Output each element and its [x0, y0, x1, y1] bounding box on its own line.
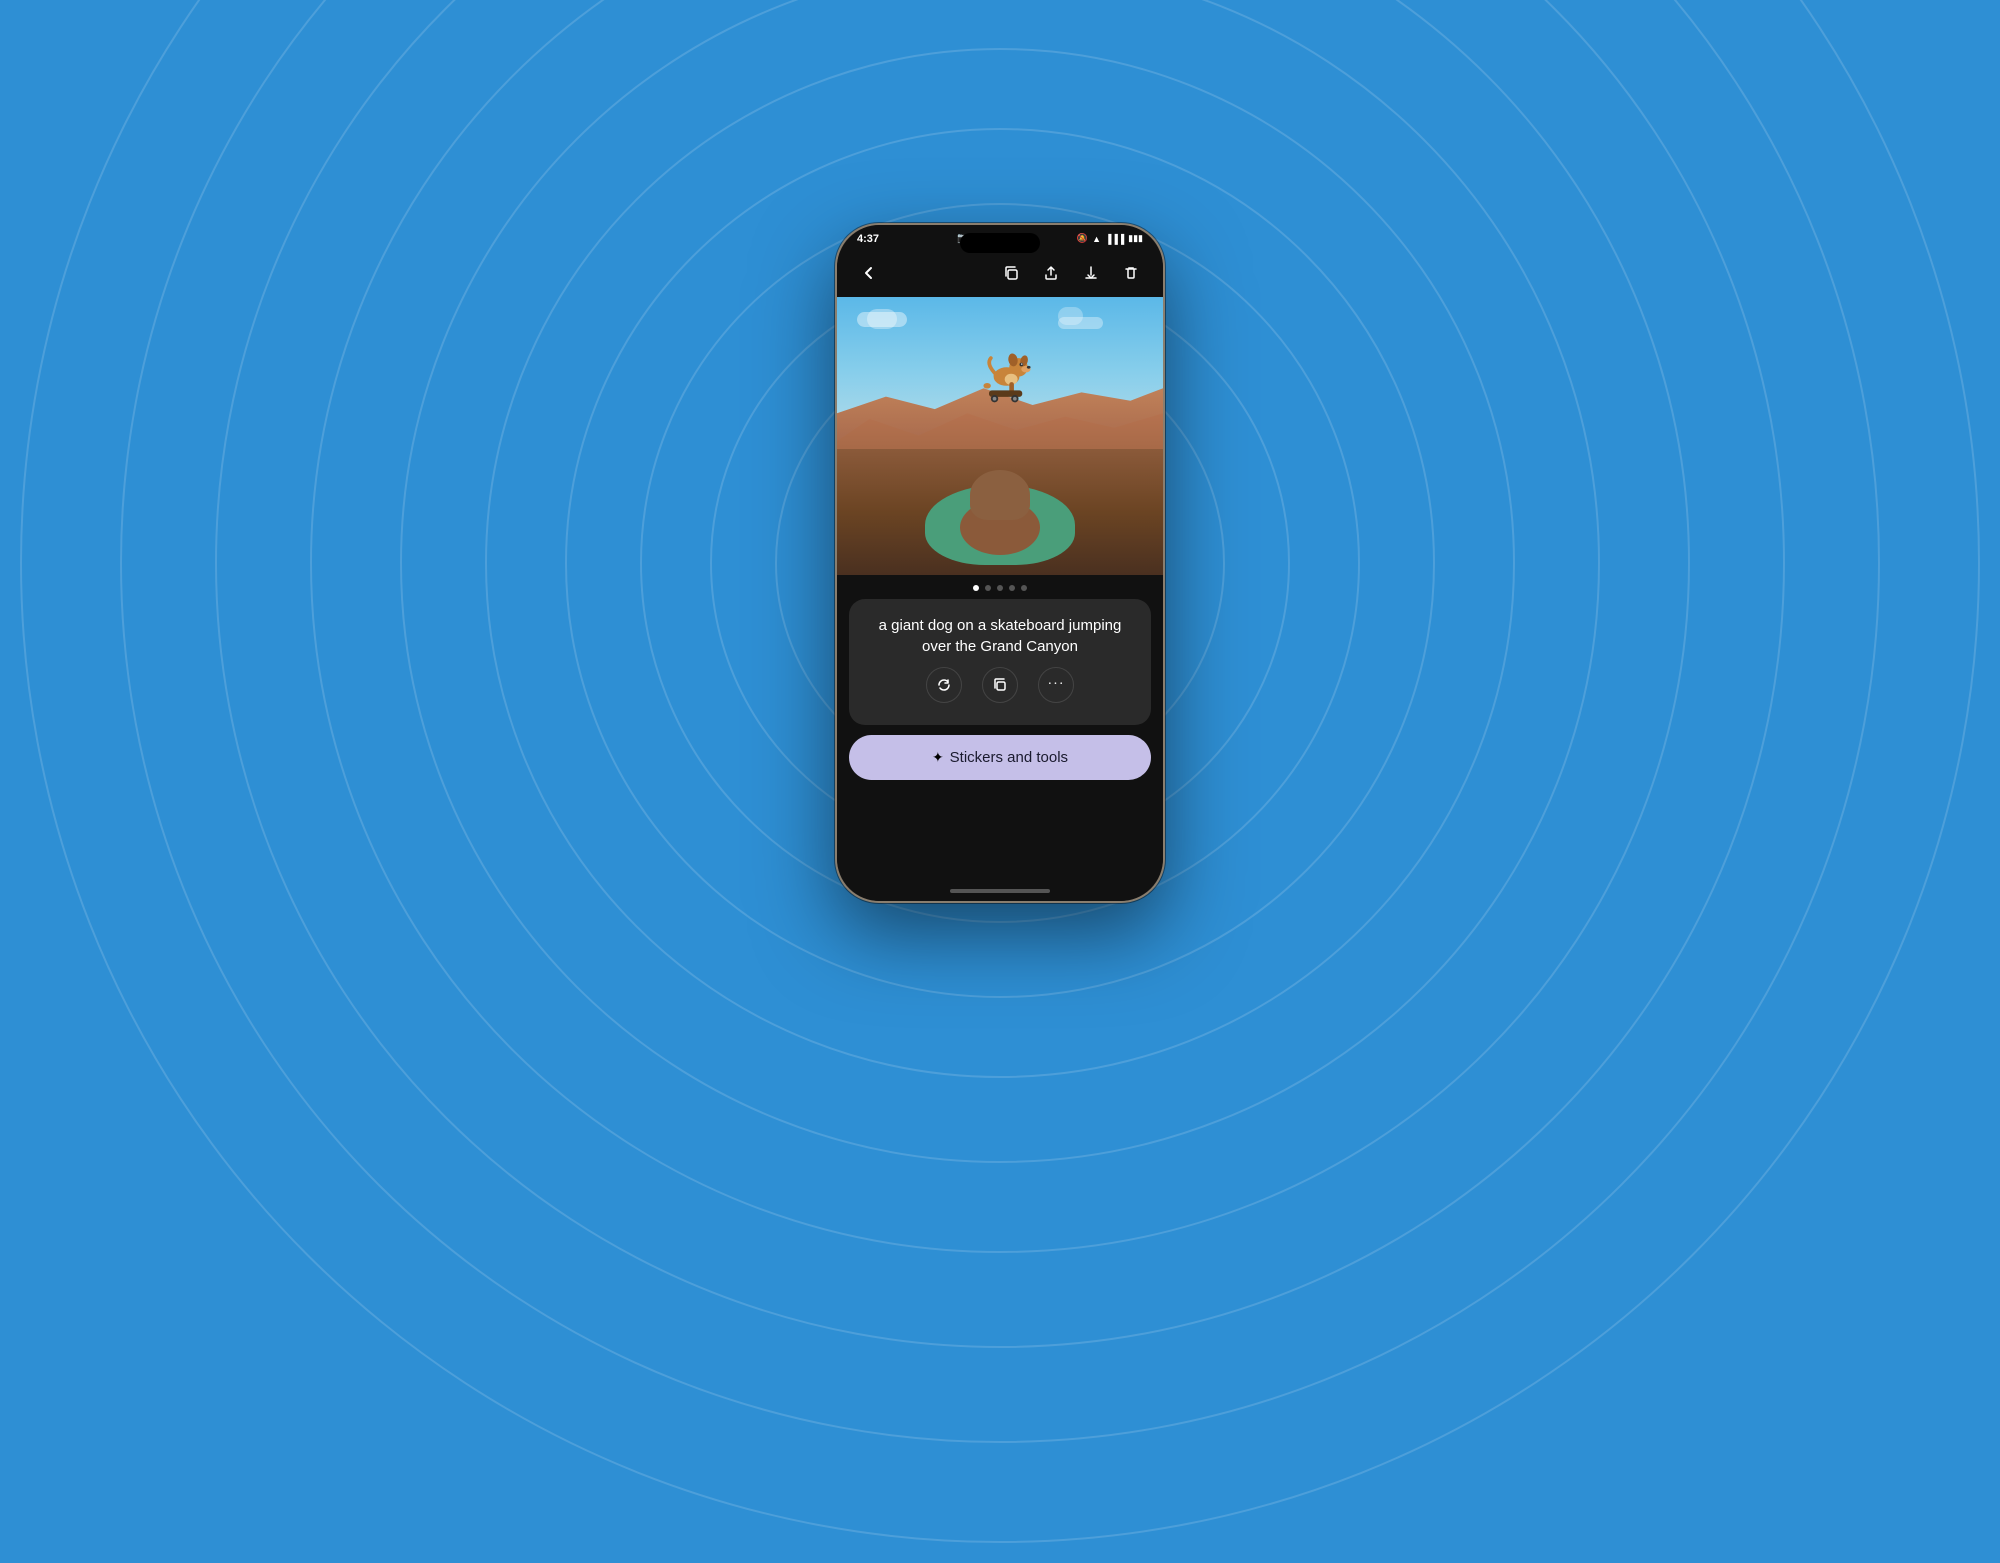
duplicate-button[interactable]	[982, 667, 1018, 703]
image-dots	[837, 575, 1163, 599]
status-time: 4:37	[857, 233, 879, 245]
content-area: a giant dog on a skateboard jumping over…	[837, 599, 1163, 883]
wifi-status-icon: ▲	[1092, 234, 1101, 244]
dot-5[interactable]	[1021, 585, 1027, 591]
phone-screen: 4:37 📷 ⏱ f • 🔕 ▲ ▐▐▐ ▮▮▮	[837, 225, 1163, 901]
phone-frame: 4:37 📷 ⏱ f • 🔕 ▲ ▐▐▐ ▮▮▮	[835, 223, 1165, 903]
stickers-label: Stickers and tools	[950, 749, 1068, 766]
dog-skateboard	[979, 347, 1034, 412]
stickers-tools-button[interactable]: ✦ Stickers and tools	[849, 735, 1151, 780]
share-button[interactable]	[1035, 257, 1067, 289]
prompt-text: a giant dog on a skateboard jumping over…	[865, 615, 1135, 657]
nav-right-icons	[995, 257, 1147, 289]
download-button[interactable]	[1075, 257, 1107, 289]
dot-1[interactable]	[973, 585, 979, 591]
center-rock-formation	[970, 470, 1030, 520]
action-icons-row: ···	[865, 657, 1135, 709]
home-bar	[950, 889, 1050, 893]
copy-button[interactable]	[995, 257, 1027, 289]
delete-button[interactable]	[1115, 257, 1147, 289]
prompt-box: a giant dog on a skateboard jumping over…	[849, 599, 1151, 725]
refresh-button[interactable]	[926, 667, 962, 703]
mute-status-icon: 🔕	[1077, 233, 1088, 244]
power-button	[1163, 345, 1165, 405]
home-indicator-area	[837, 883, 1163, 901]
status-bar: 4:37 📷 ⏱ f • 🔕 ▲ ▐▐▐ ▮▮▮	[837, 225, 1163, 249]
dynamic-island	[960, 233, 1040, 253]
stickers-icon: ✦	[932, 749, 944, 766]
river-area	[837, 449, 1163, 574]
generated-image	[837, 297, 1163, 575]
more-options-button[interactable]: ···	[1038, 667, 1074, 703]
nav-bar	[837, 249, 1163, 297]
back-button[interactable]	[853, 257, 885, 289]
status-right-icons: 🔕 ▲ ▐▐▐ ▮▮▮	[1077, 233, 1143, 244]
battery-status-icon: ▮▮▮	[1128, 233, 1143, 244]
dot-2[interactable]	[985, 585, 991, 591]
canyon-scene	[837, 297, 1163, 575]
dot-4[interactable]	[1009, 585, 1015, 591]
dot-3[interactable]	[997, 585, 1003, 591]
signal-status-icon: ▐▐▐	[1105, 234, 1124, 244]
